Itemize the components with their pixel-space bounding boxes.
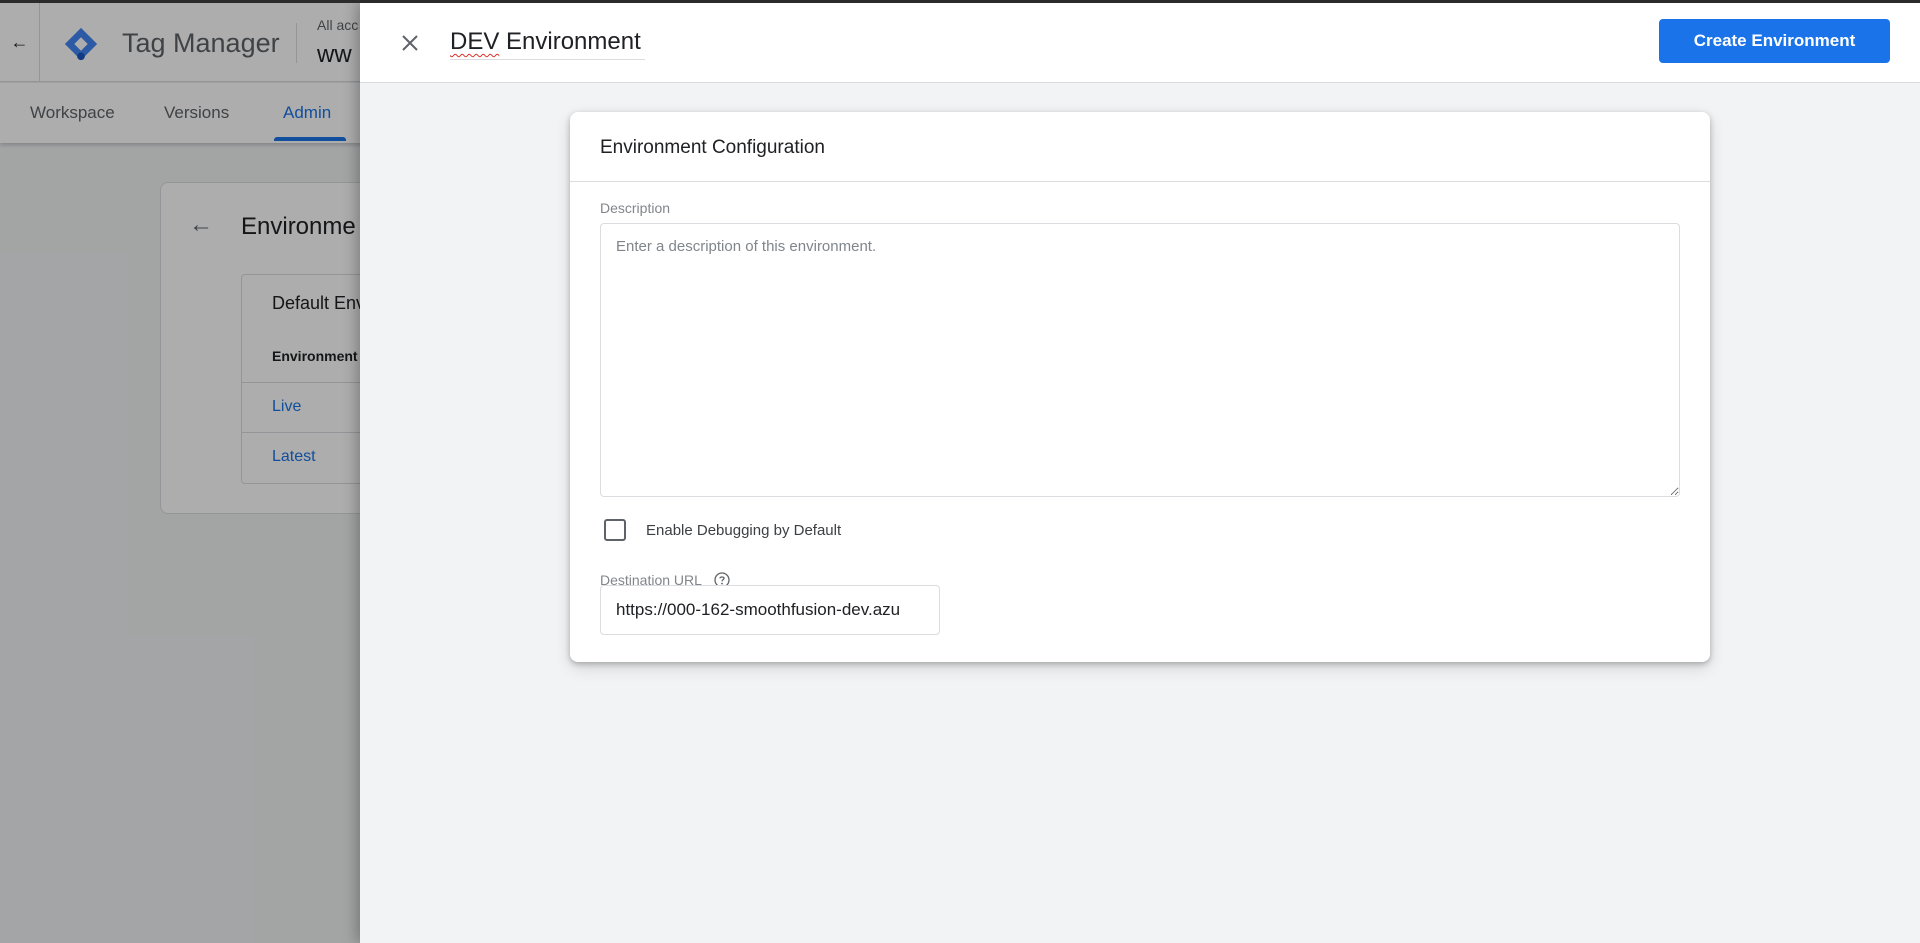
environment-name-input[interactable]: DEV Environment [450, 28, 645, 60]
description-textarea[interactable] [600, 223, 1680, 497]
close-button[interactable] [390, 23, 430, 63]
destination-url-input[interactable] [600, 585, 940, 635]
environment-editor-panel: DEV Environment Create Environment Envir… [360, 3, 1920, 943]
close-icon [402, 35, 418, 51]
card-heading: Environment Configuration [600, 137, 825, 158]
window-top-strip [0, 0, 1920, 3]
enable-debugging-checkbox[interactable] [604, 519, 626, 541]
panel-header: DEV Environment Create Environment [360, 3, 1920, 83]
title-rest: Environment [499, 28, 641, 55]
environment-configuration-card: Environment Configuration Description En… [570, 112, 1710, 662]
modal-scrim[interactable] [0, 0, 360, 943]
divider [570, 181, 1710, 182]
create-environment-button[interactable]: Create Environment [1659, 19, 1890, 63]
enable-debugging-checkbox-row[interactable]: Enable Debugging by Default [604, 519, 841, 541]
description-label: Description [600, 200, 671, 216]
enable-debugging-label: Enable Debugging by Default [646, 521, 842, 539]
spellcheck-word: DEV [450, 28, 500, 55]
